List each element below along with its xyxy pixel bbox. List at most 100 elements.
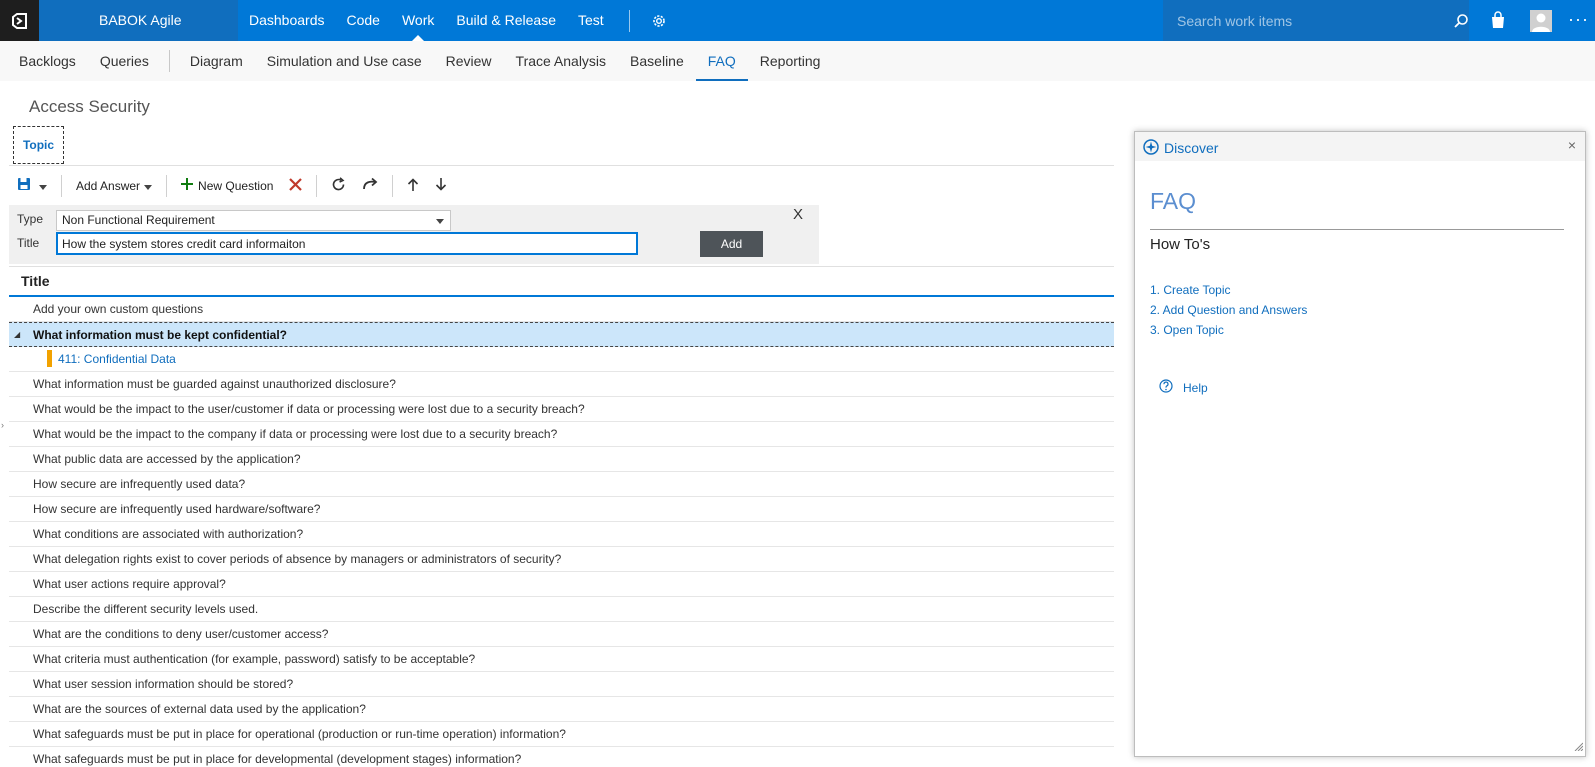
question-row[interactable]: How secure are infrequently used hardwar…: [9, 497, 1114, 522]
redo-button[interactable]: [354, 172, 386, 200]
search-icon[interactable]: [1453, 13, 1469, 29]
new-question-label: New Question: [198, 178, 274, 193]
nav-code[interactable]: Code: [336, 0, 391, 41]
toolbar-divider: [392, 174, 394, 197]
question-row[interactable]: What information must be guarded against…: [9, 372, 1114, 397]
refresh-button[interactable]: [323, 172, 354, 200]
question-row[interactable]: What public data are accessed by the app…: [9, 447, 1114, 472]
question-text: What are the sources of external data us…: [33, 702, 366, 716]
linked-work-item-row[interactable]: 411: Confidential Data: [9, 347, 1114, 372]
tab-backlogs[interactable]: Backlogs: [7, 41, 88, 81]
question-row[interactable]: ◢ What information must be kept confident…: [9, 322, 1114, 347]
close-icon[interactable]: ×: [1568, 137, 1576, 153]
title-input[interactable]: [56, 232, 638, 255]
hub-tabs: Backlogs Queries Diagram Simulation and …: [0, 41, 1595, 81]
howto-link-create-topic[interactable]: 1. Create Topic: [1150, 280, 1307, 300]
question-text: How secure are infrequently used data?: [33, 477, 246, 491]
gear-icon[interactable]: [650, 12, 668, 30]
tab-queries[interactable]: Queries: [88, 41, 161, 81]
tab-simulation-use-case[interactable]: Simulation and Use case: [255, 41, 434, 81]
add-answer-label: Add Answer: [76, 178, 141, 193]
question-row[interactable]: What safeguards must be put in place for…: [9, 722, 1114, 747]
tab-divider: [168, 50, 170, 72]
page-title: Access Security: [29, 97, 150, 116]
work-item-color-marker: [47, 350, 52, 368]
dropdown-caret-icon: [144, 179, 153, 193]
more-ellipsis-icon[interactable]: ···: [1568, 10, 1589, 28]
help-label: Help: [1183, 380, 1208, 395]
question-row[interactable]: What are the sources of external data us…: [9, 697, 1114, 722]
tab-review[interactable]: Review: [434, 41, 504, 81]
visual-studio-logo-icon[interactable]: [0, 0, 39, 41]
delete-button[interactable]: [281, 172, 310, 200]
type-select-value: Non Functional Requirement: [62, 213, 215, 227]
nav-divider: [628, 9, 630, 32]
shopping-bag-icon[interactable]: [1490, 11, 1506, 32]
save-button[interactable]: [9, 172, 55, 200]
question-row[interactable]: What criteria must authentication (for e…: [9, 647, 1114, 672]
question-text: What user session information should be …: [33, 677, 294, 691]
toolbar-divider: [166, 174, 168, 197]
help-link[interactable]: Help: [1159, 379, 1208, 396]
new-question-button[interactable]: New Question: [173, 172, 281, 200]
divider: [1150, 229, 1564, 230]
howto-link-add-question[interactable]: 2. Add Question and Answers: [1150, 300, 1307, 320]
new-question-form: Type Non Functional Requirement Title Ad…: [9, 205, 819, 264]
tab-diagram[interactable]: Diagram: [178, 41, 255, 81]
delete-x-icon: [289, 177, 303, 194]
howto-link-open-topic[interactable]: 3. Open Topic: [1150, 320, 1307, 340]
question-text: Add your own custom questions: [33, 302, 204, 316]
tab-reporting[interactable]: Reporting: [748, 41, 833, 81]
search-input[interactable]: [1163, 0, 1423, 41]
question-text: What conditions are associated with auth…: [33, 527, 304, 541]
question-row[interactable]: What are the conditions to deny user/cus…: [9, 622, 1114, 647]
tab-faq[interactable]: FAQ: [695, 41, 748, 81]
refresh-icon: [331, 176, 346, 195]
question-row[interactable]: What user actions require approval?: [9, 572, 1114, 597]
add-button[interactable]: Add: [700, 231, 763, 257]
question-row[interactable]: What safeguards must be put in place for…: [9, 747, 1114, 767]
move-up-button[interactable]: [399, 172, 427, 200]
question-row[interactable]: How secure are infrequently used data?: [9, 472, 1114, 497]
collapse-left-icon[interactable]: ›: [1, 420, 4, 430]
howto-heading: How To's: [1150, 236, 1211, 253]
question-row[interactable]: What conditions are associated with auth…: [9, 522, 1114, 547]
tab-topic[interactable]: Topic: [13, 126, 64, 164]
work-item-link[interactable]: 411: Confidential Data: [58, 352, 176, 366]
close-form-button[interactable]: X: [793, 206, 803, 223]
nav-test[interactable]: Test: [567, 0, 615, 41]
nav-dashboards[interactable]: Dashboards: [238, 0, 336, 41]
tab-trace-analysis[interactable]: Trace Analysis: [504, 41, 619, 81]
toolbar-divider: [316, 174, 318, 197]
question-text: Describe the different security levels u…: [33, 602, 259, 616]
move-down-button[interactable]: [427, 172, 455, 200]
collapse-triangle-icon[interactable]: ◢: [14, 323, 20, 347]
plus-icon: [181, 178, 194, 193]
type-select[interactable]: Non Functional Requirement: [56, 210, 451, 231]
project-selector[interactable]: BABOK Agile: [39, 0, 238, 41]
tab-baseline[interactable]: Baseline: [618, 41, 696, 81]
arrow-up-icon: [407, 177, 419, 194]
question-row[interactable]: What would be the impact to the company …: [9, 422, 1114, 447]
column-header-title[interactable]: Title: [9, 266, 1114, 297]
project-name: BABOK Agile: [99, 12, 182, 28]
question-text: What are the conditions to deny user/cus…: [33, 627, 329, 641]
redo-icon: [362, 177, 378, 194]
nav-work[interactable]: Work: [391, 0, 445, 41]
user-avatar-icon[interactable]: [1530, 10, 1552, 32]
question-row[interactable]: What user session information should be …: [9, 672, 1114, 697]
discover-panel: Discover × FAQ How To's 1. Create Topic …: [1134, 131, 1586, 757]
question-row[interactable]: Describe the different security levels u…: [9, 597, 1114, 622]
question-row[interactable]: What delegation rights exist to cover pe…: [9, 547, 1114, 572]
hub-group-nav: Dashboards Code Work Build & Release Tes…: [238, 0, 668, 41]
question-row[interactable]: What would be the impact to the user/cus…: [9, 397, 1114, 422]
question-row[interactable]: Add your own custom questions: [9, 297, 1114, 322]
nav-build-release[interactable]: Build & Release: [445, 0, 567, 41]
resize-grip-icon[interactable]: [1573, 740, 1584, 754]
dropdown-caret-icon[interactable]: [39, 179, 47, 193]
question-text: What user actions require approval?: [33, 577, 226, 591]
toolbar: Add Answer New Question: [9, 165, 1114, 205]
howto-list: 1. Create Topic 2. Add Question and Answ…: [1150, 280, 1307, 340]
save-icon: [17, 177, 31, 194]
add-answer-button[interactable]: Add Answer: [68, 172, 160, 200]
